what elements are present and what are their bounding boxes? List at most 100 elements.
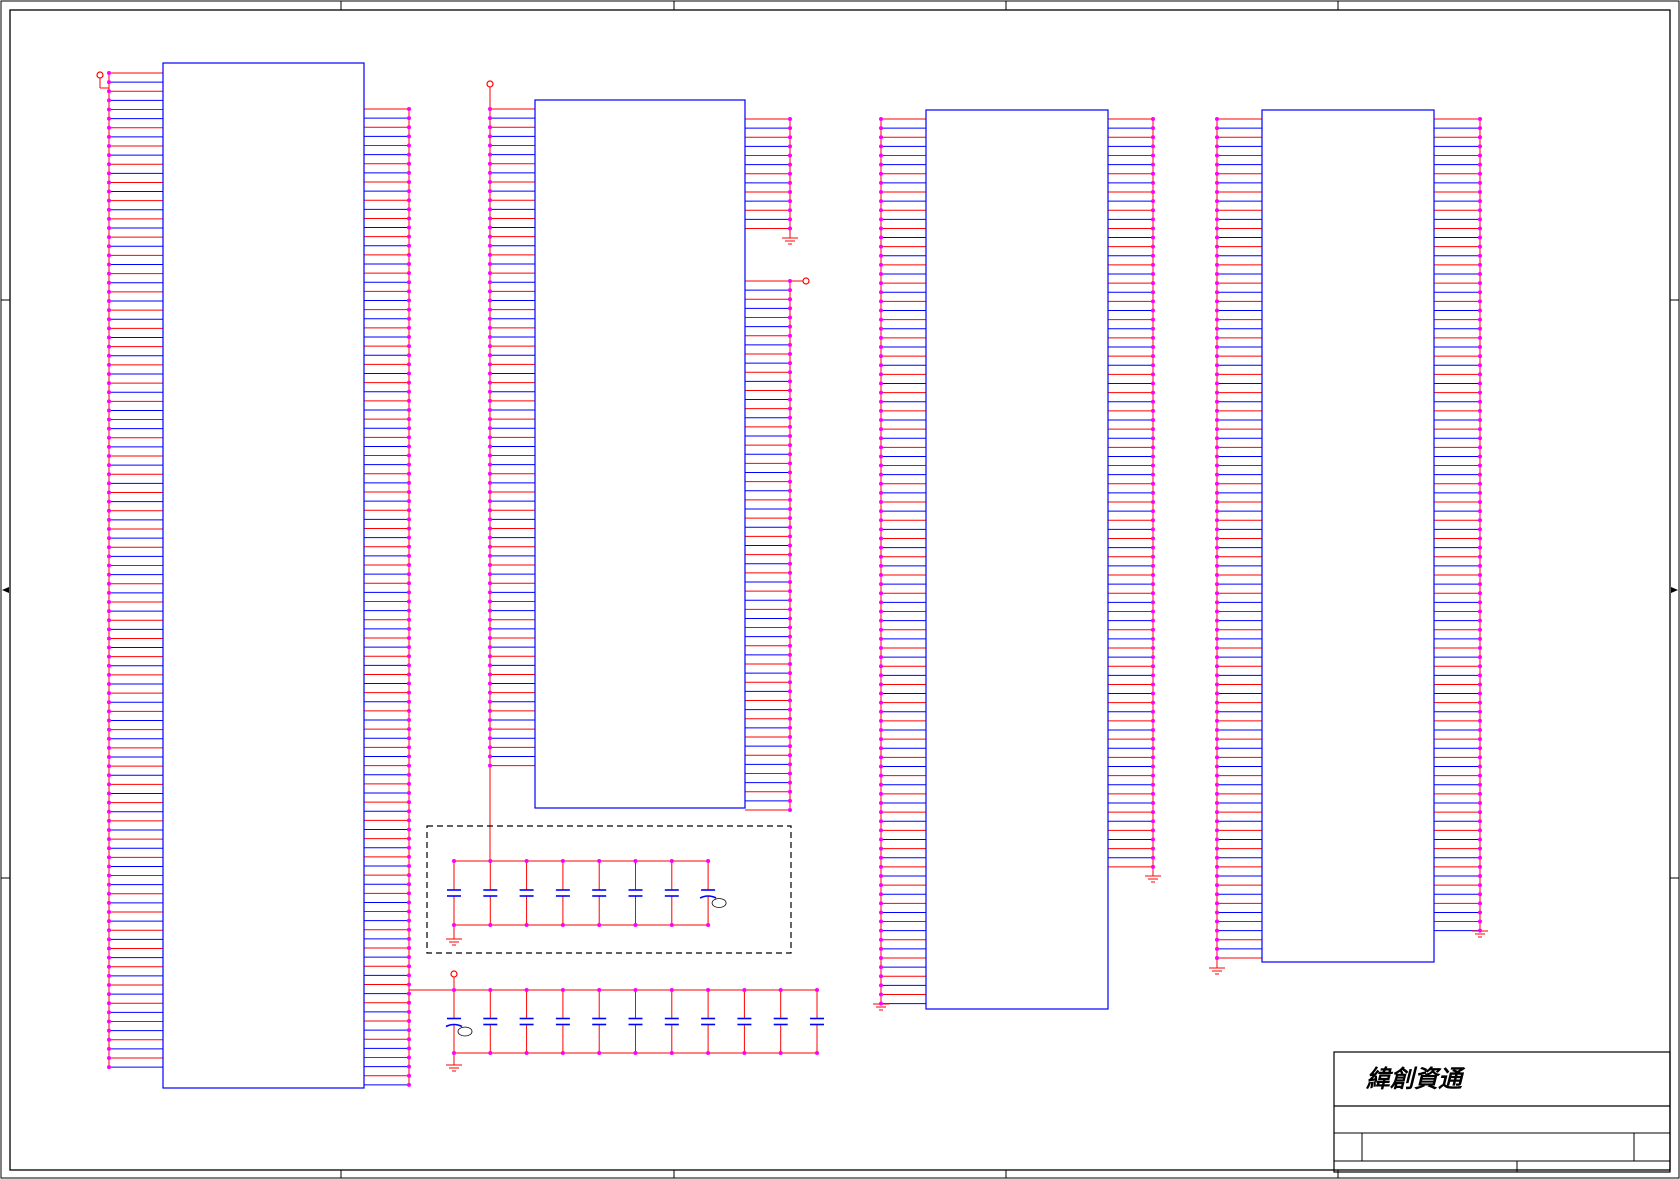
- junction-dot: [1151, 755, 1155, 760]
- junction-dot: [1215, 399, 1219, 404]
- junction-dot: [1151, 272, 1155, 277]
- junction-dot: [1478, 545, 1482, 550]
- junction-dot: [407, 727, 411, 732]
- junction-dot: [1215, 308, 1219, 313]
- junction-dot: [1478, 445, 1482, 450]
- junction-dot: [107, 454, 111, 459]
- junction-dot: [488, 635, 492, 640]
- power-flag-icon: [96, 71, 104, 79]
- junction-dot: [488, 298, 492, 303]
- junction-dot: [879, 956, 883, 961]
- junction-dot: [107, 317, 111, 322]
- junction-dot: [407, 736, 411, 741]
- junction-dot: [107, 253, 111, 258]
- junction-dot: [879, 272, 883, 277]
- junction-dot: [488, 307, 492, 312]
- junction-dot: [560, 1051, 565, 1055]
- junction-dot: [1215, 810, 1219, 815]
- junction-dot: [488, 681, 492, 686]
- junction-dot: [1215, 910, 1219, 915]
- junction-dot: [407, 553, 411, 558]
- junction-dot: [879, 910, 883, 915]
- junction-dot: [1215, 755, 1219, 760]
- junction-dot: [1478, 399, 1482, 404]
- junction-dot: [560, 923, 565, 927]
- junction-dot: [488, 335, 492, 339]
- junction-dot: [879, 1001, 883, 1006]
- capacitor-icon: [701, 990, 716, 1053]
- junction-dot: [407, 1037, 411, 1042]
- junction-dot: [488, 490, 492, 495]
- junction-dot: [107, 773, 111, 778]
- center-arrow-icon: [2, 587, 9, 593]
- junction-dot: [107, 344, 111, 349]
- junction-dot: [788, 570, 792, 575]
- junction-dot: [107, 162, 111, 167]
- junction-dot: [407, 909, 411, 914]
- junction-dot: [788, 634, 792, 639]
- junction-dot: [407, 262, 411, 267]
- junction-dot: [488, 645, 492, 650]
- junction-dot: [1215, 144, 1219, 149]
- junction-dot: [879, 636, 883, 641]
- junction-dot: [1478, 162, 1482, 167]
- junction-dot: [1478, 737, 1482, 742]
- junction-dot: [1215, 536, 1219, 541]
- junction-dot: [407, 426, 411, 431]
- junction-dot: [1151, 153, 1155, 158]
- junction-dot: [1478, 335, 1482, 340]
- junction-dot: [107, 663, 111, 668]
- junction-dot: [488, 371, 492, 376]
- junction-dot: [107, 973, 111, 978]
- junction-dot: [488, 672, 492, 677]
- junction-dot: [107, 271, 111, 276]
- junction-dot: [488, 988, 493, 992]
- junction-dot: [488, 280, 492, 285]
- junction-dot: [407, 471, 411, 476]
- junction-dot: [879, 901, 883, 906]
- junction-dot: [488, 471, 492, 476]
- junction-dot: [1478, 700, 1482, 705]
- junction-dot: [1151, 281, 1155, 286]
- junction-dot: [1478, 554, 1482, 559]
- junction-dot: [788, 117, 792, 121]
- schematic-sheet: 緯創資通: [0, 0, 1680, 1179]
- junction-dot: [1215, 718, 1219, 723]
- junction-dot: [107, 426, 111, 431]
- junction-dot: [1215, 892, 1219, 897]
- junction-dot: [879, 354, 883, 359]
- junction-dot: [1151, 427, 1155, 432]
- junction-dot: [407, 708, 411, 713]
- junction-dot: [524, 923, 529, 927]
- junction-dot: [1478, 828, 1482, 833]
- junction-dot: [407, 207, 411, 212]
- junction-dot: [879, 153, 883, 158]
- junction-dot: [107, 1046, 111, 1051]
- junction-dot: [1478, 372, 1482, 377]
- junction-dot: [488, 499, 492, 504]
- junction-dot: [107, 1001, 111, 1006]
- junction-dot: [879, 290, 883, 295]
- junction-dot: [879, 928, 883, 933]
- junction-dot: [788, 507, 792, 511]
- capacitor-icon: [519, 990, 534, 1053]
- junction-dot: [788, 333, 792, 338]
- junction-dot: [1215, 290, 1219, 295]
- junction-dot: [1478, 390, 1482, 395]
- junction-dot: [407, 681, 411, 686]
- junction-dot: [1215, 244, 1219, 249]
- junction-dot: [488, 116, 492, 121]
- capacitor-layer: [445, 861, 824, 1053]
- junction-dot: [879, 983, 883, 988]
- junction-dot: [1215, 217, 1219, 222]
- junction-dot: [407, 152, 411, 157]
- junction-dot: [788, 680, 792, 685]
- junction-dot: [1215, 782, 1219, 787]
- junction-dot: [488, 216, 492, 221]
- junction-dot: [407, 635, 411, 640]
- junction-dot: [1215, 518, 1219, 523]
- junction-dot: [1478, 308, 1482, 313]
- junction-dot: [407, 170, 411, 175]
- junction-dot: [788, 324, 792, 329]
- junction-dot: [1215, 946, 1219, 951]
